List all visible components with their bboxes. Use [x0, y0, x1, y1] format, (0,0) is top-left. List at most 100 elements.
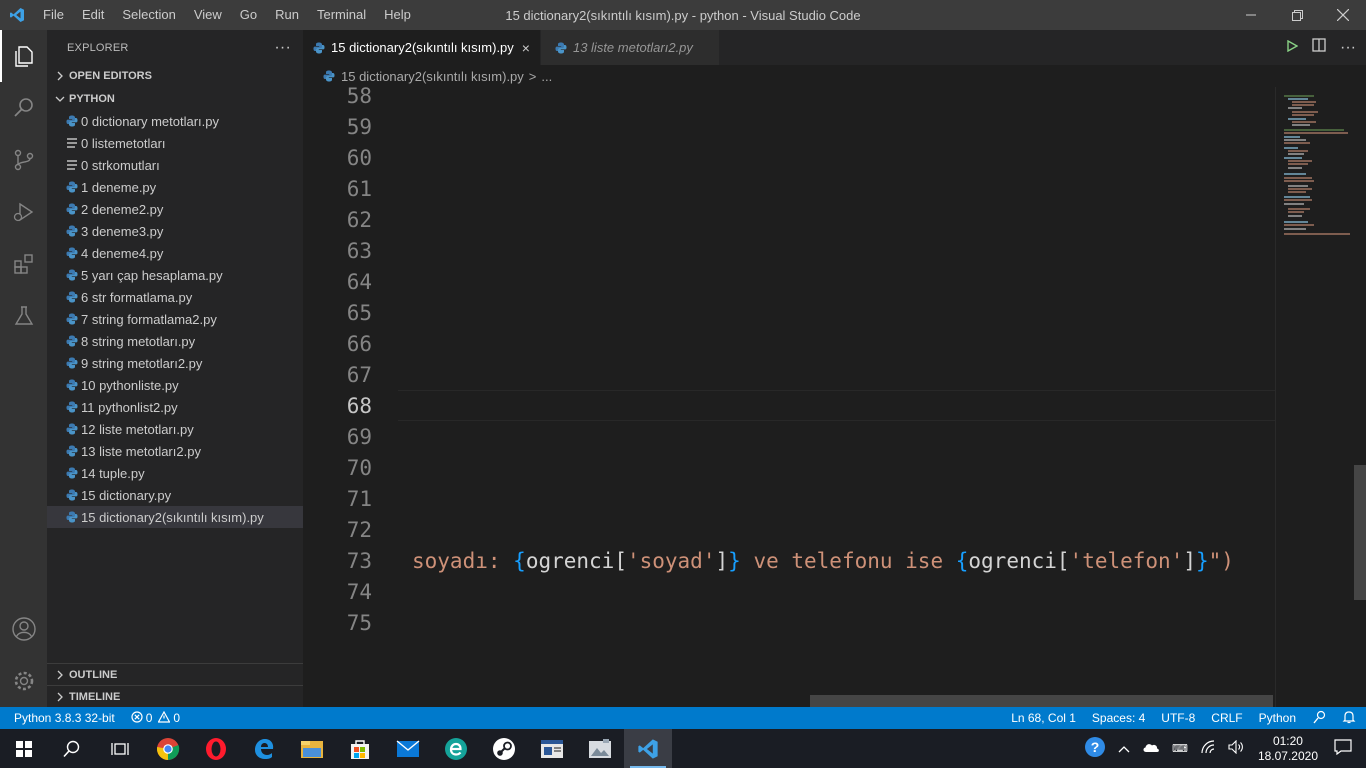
menu-help[interactable]: Help [375, 0, 420, 30]
menu-terminal[interactable]: Terminal [308, 0, 375, 30]
file-name: 13 liste metotları2.py [81, 443, 201, 459]
steam-icon[interactable] [480, 729, 528, 768]
opera-icon[interactable] [192, 729, 240, 768]
menu-run[interactable]: Run [266, 0, 308, 30]
code-editor[interactable]: 58 59 60 61 62 63 64 65 66 67 68 69 70 71 72 73 soyadı: … [303, 87, 1275, 707]
file-name: 15 dictionary2(sıkıntılı kısım).py [81, 509, 264, 525]
outline-section[interactable]: OUTLINE [47, 663, 303, 685]
minimize-button[interactable] [1228, 0, 1274, 30]
file-tree: 0 dictionary metotları.py 0 listemetotlar… [47, 110, 303, 528]
split-editor-icon[interactable] [1312, 38, 1326, 57]
line-number: 75 [346, 611, 372, 635]
cursor-position[interactable]: Ln 68, Col 1 [1011, 711, 1076, 725]
network-wifi-icon[interactable] [1200, 740, 1216, 757]
system-clock[interactable]: 01:20 18.07.2020 [1258, 734, 1318, 764]
search-icon[interactable] [0, 82, 47, 134]
problems-indicator[interactable]: 0 0 [131, 710, 180, 726]
search-icon[interactable] [48, 729, 96, 768]
mail-icon[interactable] [384, 729, 432, 768]
menu-selection[interactable]: Selection [113, 0, 184, 30]
folder-section[interactable]: PYTHON [47, 88, 303, 110]
python-file-icon [63, 269, 81, 281]
file-tree-item[interactable]: 8 string metotları.py [47, 330, 303, 352]
chevron-down-icon [53, 94, 67, 104]
restore-button[interactable] [1274, 0, 1320, 30]
indentation[interactable]: Spaces: 4 [1092, 711, 1145, 725]
action-center-icon[interactable] [1334, 739, 1352, 758]
file-tree-item[interactable]: 6 str formatlama.py [47, 286, 303, 308]
language-ime-icon[interactable]: ⌨ [1172, 742, 1188, 755]
error-icon [131, 710, 143, 726]
source-control-icon[interactable] [0, 134, 47, 186]
store-icon[interactable] [336, 729, 384, 768]
volume-icon[interactable] [1228, 739, 1244, 757]
language-mode[interactable]: Python [1259, 711, 1296, 725]
file-tree-item[interactable]: 4 deneme4.py [47, 242, 303, 264]
menu-view[interactable]: View [185, 0, 231, 30]
timeline-section[interactable]: TIMELINE [47, 685, 303, 707]
edge-icon[interactable] [240, 729, 288, 768]
menu-file[interactable]: File [34, 0, 73, 30]
file-name: 8 string metotları.py [81, 333, 196, 349]
breadcrumb-file[interactable]: 15 dictionary2(sıkıntılı kısım).py [341, 69, 524, 84]
minimap-line [1288, 163, 1308, 165]
file-tree-item[interactable]: 13 liste metotları2.py [47, 440, 303, 462]
feedback-icon[interactable] [1312, 710, 1326, 727]
run-file-icon[interactable] [1286, 39, 1299, 57]
file-tree-item[interactable]: 0 strkomutları [47, 154, 303, 176]
horizontal-scrollbar[interactable] [810, 695, 1273, 707]
vertical-scrollbar[interactable] [1354, 465, 1366, 600]
explorer-icon[interactable] [0, 30, 47, 82]
onedrive-cloud-icon[interactable] [1142, 741, 1160, 756]
settings-gear-icon[interactable] [0, 655, 47, 707]
tab-active-file[interactable]: 15 dictionary2(sıkıntılı kısım).py × [303, 30, 541, 65]
extensions-icon[interactable] [0, 238, 47, 290]
edge-legacy-e-icon[interactable] [432, 729, 480, 768]
account-icon[interactable] [0, 603, 47, 655]
testing-flask-icon[interactable] [0, 290, 47, 342]
vscode-taskbar-icon[interactable] [624, 729, 672, 768]
help-icon[interactable]: ? [1084, 736, 1106, 761]
menu-edit[interactable]: Edit [73, 0, 113, 30]
chrome-icon[interactable] [144, 729, 192, 768]
close-window-button[interactable] [1320, 0, 1366, 30]
file-tree-item[interactable]: 10 pythonliste.py [47, 374, 303, 396]
presentation-app-icon[interactable] [528, 729, 576, 768]
image-viewer-icon[interactable] [576, 729, 624, 768]
minimap-line [1292, 124, 1310, 126]
tab-close-icon[interactable]: × [522, 40, 530, 56]
file-explorer-icon[interactable] [288, 729, 336, 768]
end-of-line[interactable]: CRLF [1211, 711, 1242, 725]
file-tree-item[interactable]: 0 dictionary metotları.py [47, 110, 303, 132]
file-tree-item[interactable]: 1 deneme.py [47, 176, 303, 198]
more-actions-icon[interactable]: ··· [1340, 39, 1356, 57]
minimap-line [1284, 139, 1306, 141]
chevron-up-icon[interactable] [1118, 742, 1130, 756]
explorer-more-actions[interactable]: ··· [274, 39, 291, 57]
windows-start-icon[interactable] [0, 729, 48, 768]
task-view-icon[interactable] [96, 729, 144, 768]
open-editors-section[interactable]: OPEN EDITORS [47, 65, 303, 87]
file-tree-item[interactable]: 15 dictionary.py [47, 484, 303, 506]
file-tree-item[interactable]: 5 yarı çap hesaplama.py [47, 264, 303, 286]
file-tree-item[interactable]: 7 string formatlama2.py [47, 308, 303, 330]
notifications-bell-icon[interactable] [1342, 710, 1356, 727]
menu-go[interactable]: Go [231, 0, 266, 30]
minimap-line [1284, 224, 1314, 226]
file-tree-item[interactable]: 9 string metotları2.py [47, 352, 303, 374]
run-debug-icon[interactable] [0, 186, 47, 238]
file-tree-item[interactable]: 11 pythonlist2.py [47, 396, 303, 418]
menu-bar: File Edit Selection View Go Run Terminal… [34, 0, 420, 30]
minimap[interactable] [1275, 87, 1355, 707]
tab-inactive-file[interactable]: 13 liste metotları2.py [540, 30, 720, 65]
encoding[interactable]: UTF-8 [1161, 711, 1195, 725]
file-tree-item[interactable]: 2 deneme2.py [47, 198, 303, 220]
file-tree-item[interactable]: 12 liste metotları.py [47, 418, 303, 440]
python-interpreter[interactable]: Python 3.8.3 32-bit [14, 711, 115, 725]
file-tree-item[interactable]: 0 listemetotları [47, 132, 303, 154]
file-tree-item[interactable]: 3 deneme3.py [47, 220, 303, 242]
file-tree-item[interactable]: 15 dictionary2(sıkıntılı kısım).py [47, 506, 303, 528]
breadcrumb-more[interactable]: ... [541, 69, 552, 84]
file-tree-item[interactable]: 14 tuple.py [47, 462, 303, 484]
code-line: 60 [303, 143, 1275, 174]
